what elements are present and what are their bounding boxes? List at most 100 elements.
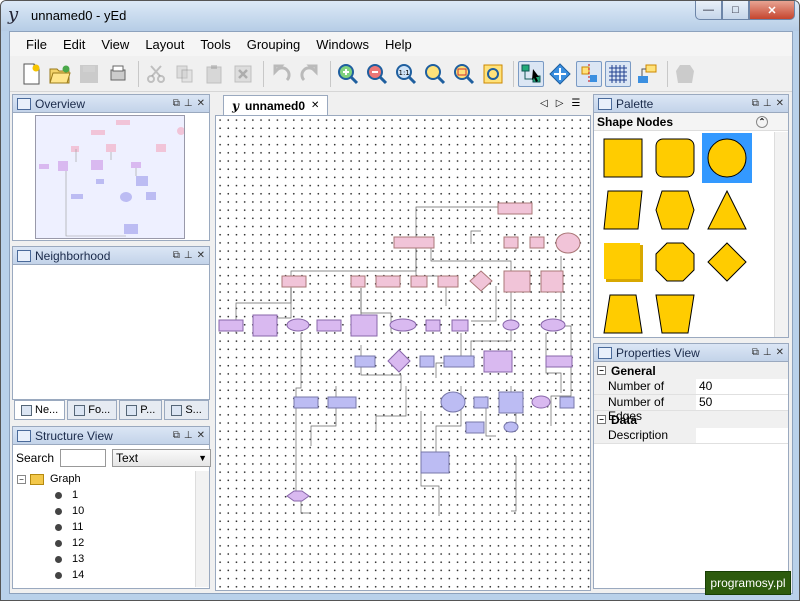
window-title: unnamed0 - yEd bbox=[31, 8, 127, 23]
shape-rectangle[interactable] bbox=[598, 133, 648, 183]
restore-icon[interactable]: ⧉ bbox=[752, 98, 759, 109]
menu-grouping[interactable]: Grouping bbox=[239, 35, 308, 54]
zoom-out-icon[interactable] bbox=[364, 61, 390, 87]
structure-view-panel: Structure View ⧉ ⊥ ✕ Search Text ▼ − Graph 1 … bbox=[12, 426, 212, 589]
close-icon[interactable]: ✕ bbox=[197, 250, 205, 261]
filter-select[interactable]: Text ▼ bbox=[112, 449, 212, 467]
shape-inverted-trapezoid[interactable] bbox=[650, 289, 700, 339]
shape-ellipse[interactable] bbox=[702, 133, 752, 183]
delete-icon[interactable] bbox=[230, 61, 256, 87]
shape-rounded-rectangle[interactable] bbox=[650, 133, 700, 183]
collapse-section-icon[interactable]: ⌃ bbox=[756, 115, 768, 128]
zoom-100-icon[interactable]: 1:1 bbox=[393, 61, 419, 87]
tab-s[interactable]: S... bbox=[164, 400, 209, 420]
restore-icon[interactable]: ⧉ bbox=[173, 430, 180, 441]
shape-octagon[interactable] bbox=[650, 237, 700, 287]
toolbar-separator bbox=[513, 60, 514, 87]
print-icon[interactable] bbox=[105, 61, 131, 87]
palette-scrollbar[interactable] bbox=[774, 132, 788, 337]
fit-content-icon[interactable] bbox=[480, 61, 506, 87]
property-value[interactable] bbox=[696, 428, 788, 444]
overview-panel: Overview ⧉ ⊥ ✕ bbox=[12, 94, 210, 241]
menu-tools[interactable]: Tools bbox=[192, 35, 238, 54]
zoom-in-icon[interactable] bbox=[335, 61, 361, 87]
shape-shadow-rectangle[interactable] bbox=[598, 237, 648, 287]
undo-icon[interactable] bbox=[268, 61, 294, 87]
close-tab-icon[interactable]: ✕ bbox=[311, 100, 319, 111]
close-icon[interactable]: ✕ bbox=[776, 98, 784, 109]
tree-item[interactable]: 12 bbox=[15, 535, 207, 551]
shape-parallelogram[interactable] bbox=[598, 185, 648, 235]
graph-canvas[interactable] bbox=[215, 115, 591, 591]
tree-item[interactable]: 10 bbox=[15, 503, 207, 519]
tree-root[interactable]: − Graph bbox=[15, 471, 207, 487]
tree-item[interactable]: 11 bbox=[15, 519, 207, 535]
menu-help[interactable]: Help bbox=[377, 35, 420, 54]
new-document-icon[interactable] bbox=[18, 61, 44, 87]
edit-mode-icon[interactable] bbox=[518, 60, 544, 87]
shape-trapezoid[interactable] bbox=[598, 289, 648, 339]
toolbar-separator bbox=[263, 60, 264, 87]
pin-icon[interactable]: ⊥ bbox=[763, 347, 772, 358]
tab-list-icon[interactable]: ☰ bbox=[571, 98, 580, 109]
previous-tab-icon[interactable]: ◁ bbox=[540, 98, 548, 109]
title-bar[interactable]: y unnamed0 - yEd — □ ✕ bbox=[1, 1, 799, 31]
document-tab[interactable]: y unnamed0 ✕ bbox=[223, 95, 329, 115]
search-input[interactable] bbox=[60, 449, 107, 467]
cut-icon[interactable] bbox=[143, 61, 169, 87]
restore-icon[interactable]: ⧉ bbox=[173, 98, 180, 109]
zoom-fit-icon[interactable] bbox=[422, 61, 448, 87]
pin-icon[interactable]: ⊥ bbox=[184, 98, 193, 109]
zoom-area-icon[interactable] bbox=[451, 61, 477, 87]
copy-icon[interactable] bbox=[172, 61, 198, 87]
redo-icon[interactable] bbox=[297, 61, 323, 87]
menu-view[interactable]: View bbox=[93, 35, 137, 54]
tree-root-label: Graph bbox=[50, 473, 81, 485]
menu-edit[interactable]: Edit bbox=[55, 35, 93, 54]
close-button[interactable]: ✕ bbox=[749, 1, 795, 20]
property-value[interactable]: 50 bbox=[696, 395, 788, 411]
close-icon[interactable]: ✕ bbox=[197, 430, 205, 441]
next-tab-icon[interactable]: ▷ bbox=[556, 98, 564, 109]
close-icon[interactable]: ✕ bbox=[776, 347, 784, 358]
shape-hexagon[interactable] bbox=[650, 185, 700, 235]
tree-item[interactable]: 1 bbox=[15, 487, 207, 503]
tree-item[interactable]: 13 bbox=[15, 551, 207, 567]
navigation-mode-icon[interactable] bbox=[547, 61, 573, 87]
maximize-button[interactable]: □ bbox=[722, 1, 749, 20]
tab-p[interactable]: P... bbox=[119, 400, 163, 420]
structure-scrollbar[interactable] bbox=[195, 471, 209, 587]
tree-item[interactable]: 14 bbox=[15, 567, 207, 583]
shape-diamond[interactable] bbox=[702, 237, 752, 287]
general-section[interactable]: − General bbox=[594, 362, 788, 379]
create-group-icon[interactable] bbox=[634, 61, 660, 87]
property-value[interactable]: 40 bbox=[696, 379, 788, 395]
paste-icon[interactable] bbox=[201, 61, 227, 87]
node-icon bbox=[55, 523, 62, 531]
menu-windows[interactable]: Windows bbox=[308, 35, 377, 54]
collapse-icon[interactable]: − bbox=[17, 474, 26, 484]
pin-icon[interactable]: ⊥ bbox=[184, 250, 193, 261]
menu-layout[interactable]: Layout bbox=[137, 35, 192, 54]
palette-panel: Palette ⧉ ⊥ ✕ Shape Nodes ⌃ bbox=[593, 94, 789, 338]
menu-file[interactable]: File bbox=[18, 35, 55, 54]
restore-icon[interactable]: ⧉ bbox=[752, 347, 759, 358]
overview-viewport[interactable] bbox=[35, 115, 185, 239]
grid-icon[interactable] bbox=[605, 60, 631, 87]
pin-icon[interactable]: ⊥ bbox=[763, 98, 772, 109]
palette-section-header[interactable]: Shape Nodes ⌃ bbox=[594, 113, 788, 131]
settings-icon[interactable] bbox=[672, 61, 698, 87]
save-icon[interactable] bbox=[76, 61, 102, 87]
pin-icon[interactable]: ⊥ bbox=[184, 430, 193, 441]
data-section[interactable]: − Data bbox=[594, 411, 788, 428]
restore-icon[interactable]: ⧉ bbox=[173, 250, 180, 261]
tab-neighborhood[interactable]: Ne... bbox=[14, 400, 66, 420]
close-icon[interactable]: ✕ bbox=[197, 98, 205, 109]
open-icon[interactable] bbox=[47, 61, 73, 87]
collapse-icon[interactable]: − bbox=[597, 366, 606, 375]
shape-triangle[interactable] bbox=[702, 185, 752, 235]
collapse-icon[interactable]: − bbox=[597, 415, 606, 424]
snap-lines-icon[interactable] bbox=[576, 60, 602, 87]
minimize-button[interactable]: — bbox=[695, 1, 722, 20]
tab-folding[interactable]: Fo... bbox=[67, 400, 118, 420]
